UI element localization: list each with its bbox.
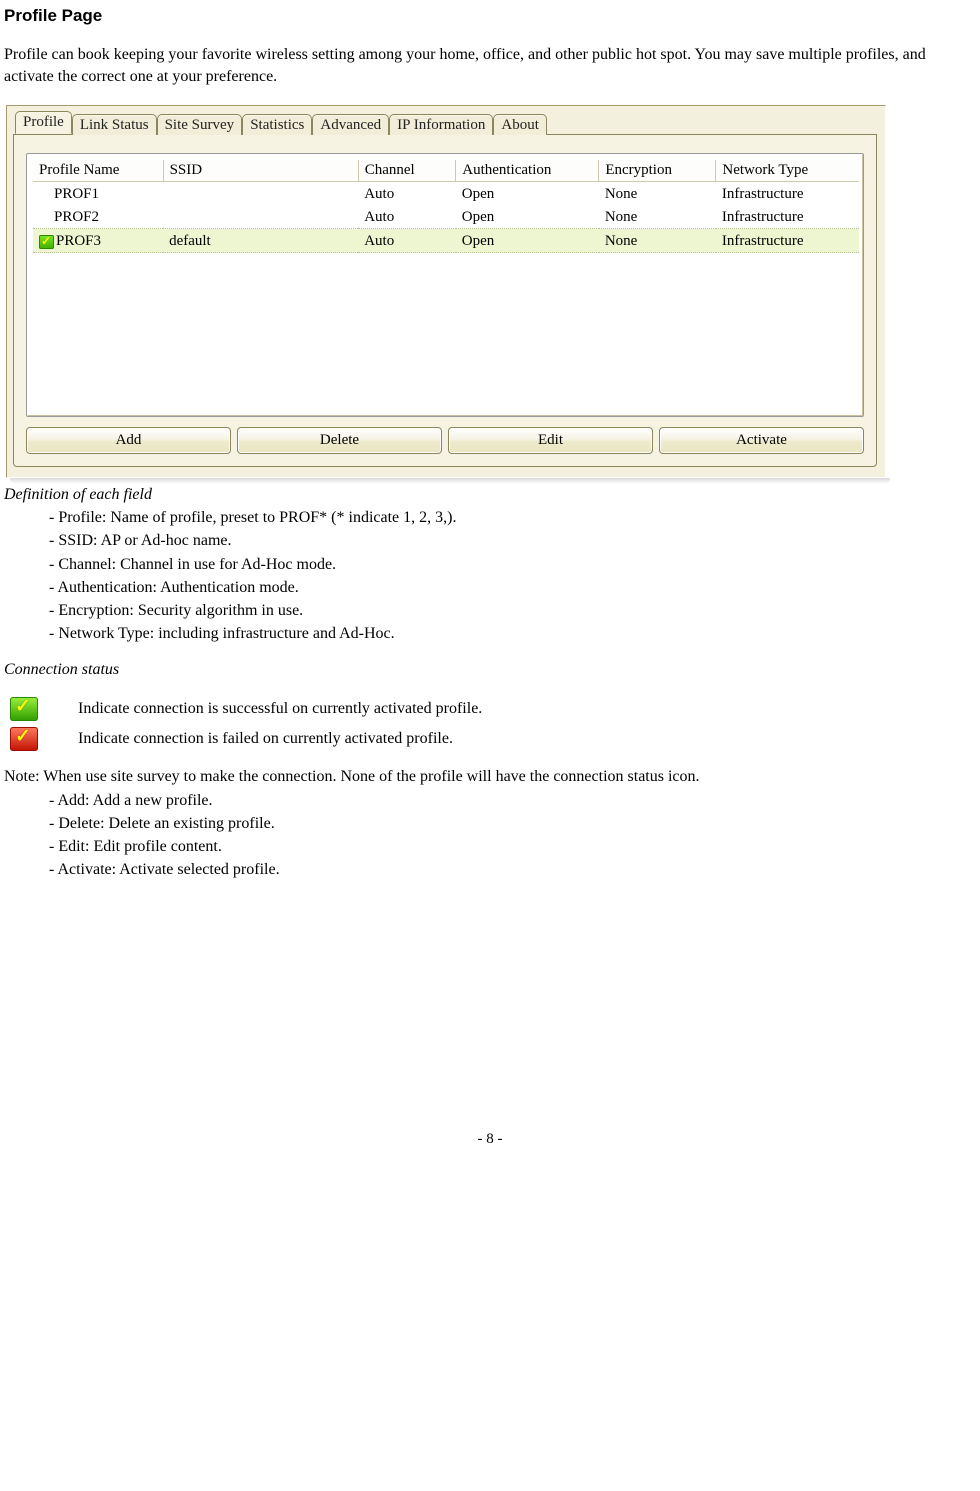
table-cell: default (163, 229, 358, 253)
status-success-icon (39, 235, 54, 249)
tab-strip: ProfileLink StatusSite SurveyStatisticsA… (13, 110, 877, 135)
column-header[interactable]: Channel (358, 160, 456, 182)
definitions-heading: Definition of each field (4, 486, 976, 504)
table-cell: Auto (358, 229, 456, 253)
legend-block: Indicate connection is successful on cur… (4, 697, 976, 751)
note-block: Note: When use site survey to make the c… (4, 765, 976, 881)
status-success-icon (10, 697, 38, 721)
activate-button[interactable]: Activate (659, 427, 864, 454)
tab-ip-information[interactable]: IP Information (389, 114, 493, 135)
edit-button[interactable]: Edit (448, 427, 653, 454)
tab-statistics[interactable]: Statistics (242, 114, 312, 135)
note-item: Activate: Activate selected profile. (49, 858, 976, 881)
column-header[interactable]: Profile Name (33, 160, 163, 182)
note-item: Add: Add a new profile. (49, 789, 976, 812)
table-cell: Open (456, 229, 599, 253)
definition-item: Channel: Channel in use for Ad-Hoc mode. (49, 553, 976, 576)
column-header[interactable]: Network Type (716, 160, 859, 182)
tab-advanced[interactable]: Advanced (312, 114, 389, 135)
legend-text: Indicate connection is successful on cur… (78, 700, 482, 718)
table-cell: Auto (358, 205, 456, 229)
table-cell (163, 205, 358, 229)
definition-item: Authentication: Authentication mode. (49, 576, 976, 599)
tab-about[interactable]: About (493, 114, 547, 135)
table-cell: Infrastructure (716, 182, 859, 206)
app-window: ProfileLink StatusSite SurveyStatisticsA… (6, 105, 886, 478)
definition-item: Encryption: Security algorithm in use. (49, 599, 976, 622)
table-cell: PROF2 (33, 205, 163, 229)
tab-profile[interactable]: Profile (15, 111, 72, 134)
column-header[interactable]: Encryption (599, 160, 716, 182)
table-cell: PROF3 (33, 229, 163, 253)
table-cell: Infrastructure (716, 205, 859, 229)
table-cell: None (599, 229, 716, 253)
profile-list-panel: Profile NameSSIDChannelAuthenticationEnc… (26, 153, 864, 417)
tab-link-status[interactable]: Link Status (72, 114, 157, 135)
tab-site-survey[interactable]: Site Survey (157, 114, 243, 135)
table-cell: Auto (358, 182, 456, 206)
table-row[interactable]: PROF1 AutoOpenNoneInfrastructure (33, 182, 859, 206)
note-lead: Note: When use site survey to make the c… (4, 765, 976, 788)
connection-status-heading: Connection status (4, 661, 976, 679)
legend-row: Indicate connection is failed on current… (10, 727, 976, 751)
page-title: Profile Page (4, 6, 976, 26)
intro-paragraph: Profile can book keeping your favorite w… (4, 44, 976, 87)
definitions-list: Profile: Name of profile, preset to PROF… (49, 506, 976, 645)
note-item: Edit: Edit profile content. (49, 835, 976, 858)
tab-body: Profile NameSSIDChannelAuthenticationEnc… (13, 135, 877, 467)
profile-table: Profile NameSSIDChannelAuthenticationEnc… (33, 160, 859, 410)
table-cell (163, 182, 358, 206)
add-button[interactable]: Add (26, 427, 231, 454)
note-item: Delete: Delete an existing profile. (49, 812, 976, 835)
column-header[interactable]: SSID (163, 160, 358, 182)
status-fail-icon (10, 727, 38, 751)
table-cell: Open (456, 205, 599, 229)
table-cell: None (599, 182, 716, 206)
table-cell: Infrastructure (716, 229, 859, 253)
definition-item: Network Type: including infrastructure a… (49, 622, 976, 645)
table-cell: Open (456, 182, 599, 206)
definition-item: Profile: Name of profile, preset to PROF… (49, 506, 976, 529)
legend-text: Indicate connection is failed on current… (78, 730, 453, 748)
button-row: AddDeleteEditActivate (26, 427, 864, 454)
table-cell: None (599, 205, 716, 229)
table-row[interactable]: PROF2 AutoOpenNoneInfrastructure (33, 205, 859, 229)
table-row[interactable]: PROF3defaultAutoOpenNoneInfrastructure (33, 229, 859, 253)
definition-item: SSID: AP or Ad-hoc name. (49, 529, 976, 552)
table-cell: PROF1 (33, 182, 163, 206)
page-number: - 8 - (4, 1131, 976, 1148)
delete-button[interactable]: Delete (237, 427, 442, 454)
legend-row: Indicate connection is successful on cur… (10, 697, 976, 721)
column-header[interactable]: Authentication (456, 160, 599, 182)
